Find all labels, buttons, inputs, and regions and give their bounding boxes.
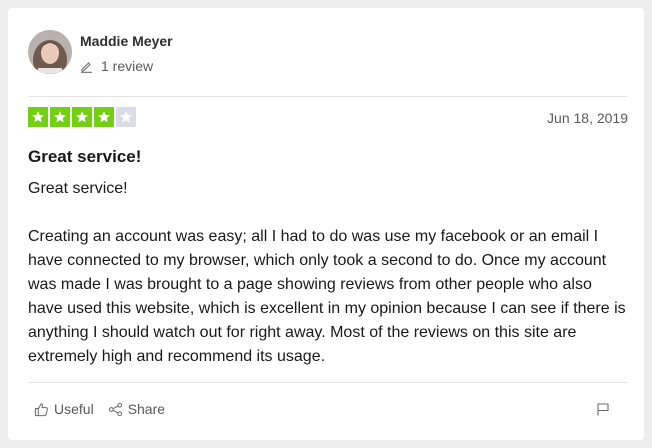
star-filled <box>94 107 114 127</box>
share-icon <box>108 402 123 417</box>
reviewer-name[interactable]: Maddie Meyer <box>80 33 173 49</box>
star-empty <box>116 107 136 127</box>
useful-label: Useful <box>54 401 94 417</box>
divider <box>28 382 628 383</box>
review-card: Maddie Meyer 1 review Jun 18, 2019 Great… <box>8 8 644 440</box>
share-button[interactable]: Share <box>108 401 165 417</box>
star-rating <box>28 107 136 127</box>
useful-button[interactable]: Useful <box>34 401 94 417</box>
review-paragraph: Creating an account was easy; all I had … <box>28 228 631 365</box>
pencil-icon <box>80 60 93 73</box>
flag-button[interactable] <box>596 402 610 421</box>
review-body: Great service! Creating an account was e… <box>28 177 628 369</box>
flag-icon <box>596 402 610 421</box>
review-actions: Useful Share <box>34 401 165 417</box>
reviewer-header: Maddie Meyer 1 review <box>28 30 173 74</box>
share-label: Share <box>127 401 166 417</box>
review-paragraph: Great service! <box>28 180 128 197</box>
star-filled <box>50 107 70 127</box>
thumbs-up-icon <box>34 402 49 417</box>
review-count: 1 review <box>80 58 173 74</box>
divider <box>28 96 628 97</box>
star-filled <box>72 107 92 127</box>
review-count-label: 1 review <box>101 58 154 74</box>
review-title[interactable]: Great service! <box>28 147 141 167</box>
avatar[interactable] <box>28 30 72 74</box>
review-date: Jun 18, 2019 <box>547 110 628 126</box>
star-filled <box>28 107 48 127</box>
